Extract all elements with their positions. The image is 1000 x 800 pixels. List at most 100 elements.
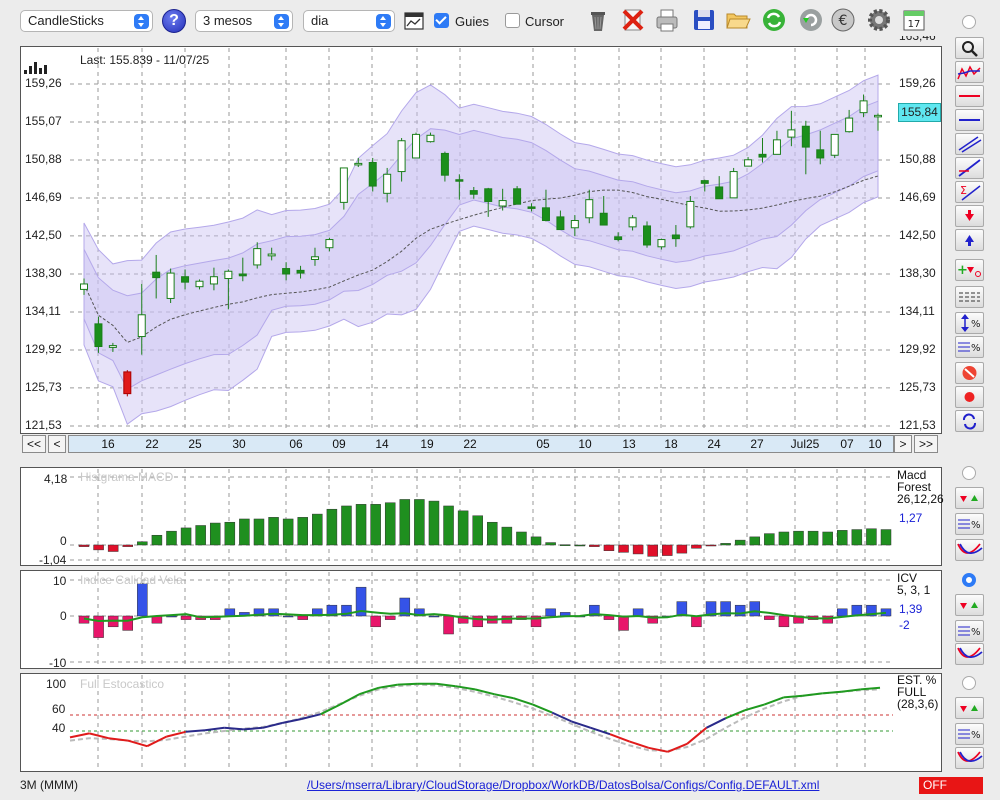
oscillator-curve-icon [957,543,983,554]
candle-body [354,162,363,166]
macd-bar [341,505,352,546]
interval-select[interactable]: dia [303,10,395,32]
nav-prev-button[interactable]: < [48,435,66,453]
icv-signals-button[interactable] [955,594,984,616]
macd-bar [195,525,206,546]
stop-button[interactable] [955,362,984,384]
date-label: 09 [332,437,346,451]
icv-panel-radio[interactable] [962,573,976,587]
trendline-button[interactable] [955,157,984,179]
candle [830,133,839,158]
icv-bar [180,615,192,620]
macd-bar [166,530,177,546]
icv-side-title: ICV 5, 3, 1 [897,571,931,597]
date-label: 19 [420,437,434,451]
svg-text:%: % [971,730,981,741]
reload-icon[interactable] [797,6,825,34]
candle-body [599,212,608,226]
save-icon[interactable] [690,6,718,34]
print-icon[interactable] [653,6,681,34]
signals-button[interactable]: + [955,259,984,281]
stoch-panel-radio[interactable] [962,676,976,690]
icv-curve-button[interactable] [955,643,984,665]
channel-button[interactable] [955,133,984,155]
candle-body [859,100,868,114]
buy-arrow-button[interactable] [955,229,984,251]
folder-open-icon[interactable] [724,6,752,34]
icv-bar [282,615,294,618]
candle-body [440,152,449,176]
date-label: 10 [578,437,592,451]
scale-percent-button[interactable]: % [955,312,984,334]
macd-bar [574,544,586,547]
chart-type-value: CandleSticks [28,13,104,28]
record-button[interactable] [955,386,984,408]
fibonacci-button[interactable]: Σ [955,181,984,203]
nav-next-button[interactable]: > [894,435,912,453]
guides-checkbox[interactable] [434,13,449,28]
stoch-curve-button[interactable] [955,747,984,769]
nav-last-button[interactable]: >> [914,435,938,453]
period-select[interactable]: 3 mesos [195,10,293,32]
lines-button[interactable] [955,286,984,308]
nav-first-button[interactable]: << [22,435,46,453]
candle-body [700,180,709,184]
candle [166,268,175,303]
calendar-icon[interactable]: 17 [900,6,928,34]
date-label: 10 [868,437,882,451]
calendar-day: 17 [908,19,921,30]
candle-body [498,200,507,207]
stoch-k-segment [822,690,842,695]
icv-bar [691,615,702,628]
sync-button[interactable] [955,410,984,432]
macd-bar [647,544,658,557]
off-badge[interactable]: OFF [919,777,983,794]
macd-bar [734,539,746,546]
euro-icon[interactable]: € [829,6,857,34]
cursor-checkbox[interactable] [505,13,520,28]
sell-arrow-button[interactable] [955,205,984,227]
delete-icon[interactable] [619,6,647,34]
chart-type-select[interactable]: CandleSticks [20,10,153,32]
macd-bar [778,531,790,546]
icv-bar [545,608,556,617]
blue-line-button[interactable] [955,109,984,131]
macd-bar [122,544,133,547]
help-button[interactable]: ? [162,9,186,33]
trash-icon[interactable] [584,6,612,34]
icv-bar [764,615,775,620]
refresh-icon[interactable] [760,6,788,34]
gear-icon[interactable] [865,6,893,34]
stoch-k-segment [69,732,90,739]
red-line-button[interactable] [955,85,984,107]
stoch-lines-button[interactable]: % [955,723,984,745]
macd-bar [93,544,104,551]
macd-signals-button[interactable] [955,487,984,509]
macd-panel-radio[interactable] [962,466,976,480]
candle-body [426,134,435,143]
icv-bar [297,615,308,620]
candle-body [455,179,464,182]
date-axis-strip[interactable]: 16 22 25 30 06 09 14 19 22 05 10 13 18 24 27 Jul25 07 10 [68,435,894,453]
help-glyph: ? [169,12,179,29]
candle-body [643,225,652,246]
icv-lines-button[interactable]: % [955,620,984,642]
candle-body [787,129,796,138]
date-label: 22 [145,437,159,451]
stoch-signals-button[interactable] [955,697,984,719]
candle-body [80,283,88,290]
zoom-button[interactable] [955,37,984,59]
percent-lines-button[interactable]: % [955,336,984,358]
icv-bar [603,615,615,620]
grid-chart-icon[interactable] [404,12,424,30]
candle-body [484,188,493,202]
indicator-overlay-button[interactable] [955,61,984,83]
y-axis-label: 142,50 [25,227,62,242]
config-path-link[interactable]: /Users/mserra/Library/CloudStorage/Dropb… [307,778,819,792]
macd-curve-button[interactable] [955,539,984,561]
candle-body [845,117,854,133]
main-panel-radio[interactable] [962,15,976,29]
macd-bar [472,515,483,546]
macd-lines-button[interactable]: % [955,513,984,535]
candle-body [195,280,204,288]
